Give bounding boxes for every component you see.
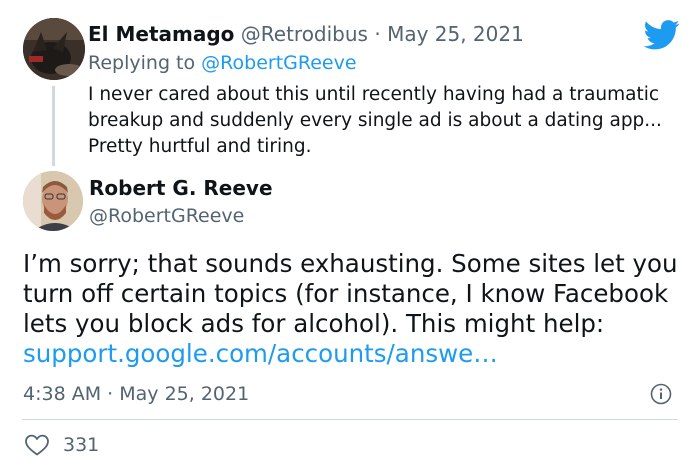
reply-date[interactable]: May 25, 2021 [387,22,524,46]
replying-to-label: Replying to [88,52,196,74]
tweet-body-text: I’m sorry; that sounds exhausting. Some … [23,249,678,338]
reply-header: El Metamago @Retrodibus · May 25, 2021 [88,21,524,47]
reply-body-text: I never cared about this until recently … [88,84,662,157]
reply-author-handle[interactable]: @Retrodibus [241,22,368,46]
tweet-date[interactable]: May 25, 2021 [119,383,249,405]
tweet-time[interactable]: 4:38 AM [23,383,101,405]
like-count: 331 [63,434,100,456]
thread-connector-line [52,86,55,166]
replying-to-handle[interactable]: @RobertGReeve [201,52,356,74]
tweet-author-name[interactable]: Robert G. Reeve [89,175,273,201]
tweet-author-handle[interactable]: @RobertGReeve [89,203,244,229]
tweet-link[interactable]: support.google.com/accounts/answe… [23,339,498,368]
reply-date-separator: · [374,22,381,46]
tweet-body: I’m sorry; that sounds exhausting. Some … [23,249,693,369]
reply-author-avatar[interactable] [23,18,85,80]
heart-icon[interactable] [24,433,50,457]
info-icon[interactable] [650,383,672,405]
replying-to-line: Replying to @RobertGReeve [88,50,357,76]
reply-author-name[interactable]: El Metamago [88,22,234,46]
tweet-timestamp[interactable]: 4:38 AM · May 25, 2021 [23,381,249,407]
divider [22,419,678,420]
twitter-bird-icon[interactable] [644,20,680,50]
tweet-author-avatar[interactable] [23,171,83,231]
tweet-date-separator: · [107,383,114,405]
